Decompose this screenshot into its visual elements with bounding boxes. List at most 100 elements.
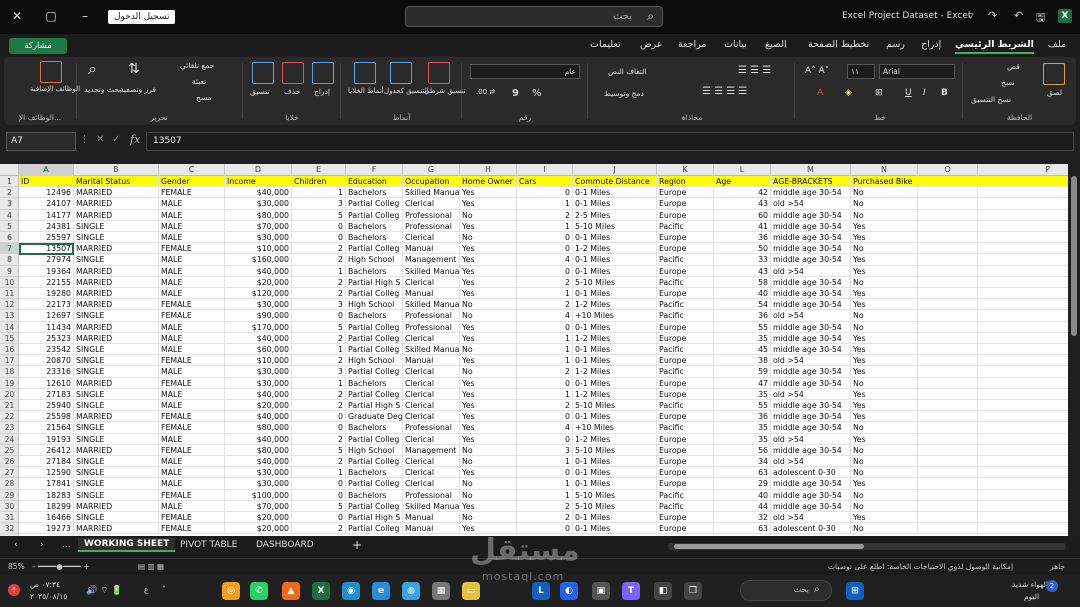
table-cell[interactable] (918, 220, 978, 232)
table-cell[interactable] (918, 265, 978, 277)
table-cell[interactable]: Yes (851, 433, 918, 445)
table-cell[interactable]: $20,000 (225, 400, 292, 412)
minimize-window-button[interactable]: – (76, 9, 94, 23)
table-cell[interactable]: No (851, 187, 918, 199)
row-header[interactable]: 15 (0, 333, 19, 344)
table-cell[interactable]: MARRIED (74, 265, 159, 277)
table-cell[interactable]: middle age 30-54 (771, 243, 851, 255)
save-icon[interactable]: 🖫 (1036, 9, 1045, 28)
table-cell[interactable]: Clerical (403, 232, 460, 244)
addins-icon[interactable] (40, 61, 62, 83)
tab-file[interactable]: ملف (1048, 39, 1066, 50)
table-cell[interactable]: 0-1 Miles (573, 344, 657, 356)
table-cell[interactable] (918, 288, 978, 300)
tab-insert[interactable]: إدراج (921, 39, 941, 50)
column-header-n[interactable]: N (851, 164, 918, 176)
table-cell[interactable]: middle age 30-54 (771, 411, 851, 423)
table-cell[interactable]: 0 (292, 232, 346, 244)
table-cell[interactable]: 19193 (19, 433, 74, 445)
table-cell[interactable] (978, 501, 1068, 512)
table-cell[interactable] (978, 456, 1068, 467)
table-cell[interactable]: Yes (851, 344, 918, 356)
conditional-format-button[interactable]: تنسيق شرطي (424, 87, 466, 95)
table-cell[interactable]: 2 (517, 500, 573, 512)
row-header[interactable]: 2 (0, 187, 19, 199)
table-cell[interactable]: Pacific (657, 254, 714, 266)
table-cell[interactable]: Yes (460, 433, 517, 445)
table-cell[interactable]: No (851, 243, 918, 255)
table-cell[interactable]: 0 (292, 422, 346, 434)
table-cell[interactable]: $40,000 (225, 456, 292, 468)
table-cell[interactable]: $70,000 (225, 500, 292, 512)
table-cell[interactable]: 63 (714, 523, 771, 535)
table-cell[interactable]: 60 (714, 209, 771, 221)
table-cell[interactable] (918, 512, 978, 524)
table-cell[interactable]: Yes (851, 299, 918, 311)
row-header[interactable]: 12 (0, 299, 19, 311)
table-cell[interactable] (978, 198, 1068, 209)
table-cell[interactable]: No (460, 299, 517, 311)
table-cell[interactable]: Partial Colleg (346, 198, 403, 210)
table-cell[interactable]: Clerical (403, 400, 460, 412)
table-cell[interactable]: middle age 30-54 (771, 187, 851, 199)
table-cell[interactable]: Yes (460, 254, 517, 266)
tray-overflow-icon[interactable]: ˄ (162, 585, 166, 594)
table-cell[interactable]: Pacific (657, 489, 714, 501)
tab-data[interactable]: بيانات (724, 39, 747, 50)
table-cell[interactable] (918, 332, 978, 344)
number-format-select[interactable]: عام (470, 64, 580, 79)
table-cell[interactable]: $20,000 (225, 276, 292, 288)
column-header-b[interactable]: B (74, 164, 159, 176)
table-cell[interactable]: middle age 30-54 (771, 220, 851, 232)
horizontal-scroll-thumb[interactable] (674, 544, 864, 549)
table-cell[interactable]: Partial Colleg (346, 456, 403, 468)
table-cell[interactable]: MALE (159, 388, 225, 400)
table-cell[interactable]: 5-10 Miles (573, 276, 657, 288)
header-cell[interactable]: Home Owner (460, 176, 517, 188)
table-cell[interactable]: Partial Colleg (346, 332, 403, 344)
table-cell[interactable] (918, 489, 978, 501)
table-cell[interactable]: Clerical (403, 377, 460, 389)
table-cell[interactable]: MARRIED (74, 444, 159, 456)
table-cell[interactable]: Yes (851, 366, 918, 378)
table-cell[interactable]: 0 (517, 243, 573, 255)
table-cell[interactable]: Europe (657, 456, 714, 468)
table-cell[interactable]: 44 (714, 500, 771, 512)
table-cell[interactable]: MALE (159, 198, 225, 210)
table-cell[interactable]: 43 (714, 265, 771, 277)
table-cell[interactable]: Manual (403, 355, 460, 367)
table-cell[interactable]: Europe (657, 187, 714, 199)
tab-working-sheet[interactable]: WORKING SHEET (78, 538, 176, 552)
align-horizontal-icon[interactable]: ☰ ☰ ☰ ☰ (702, 86, 747, 97)
table-cell[interactable] (978, 210, 1068, 221)
table-cell[interactable]: SINGLE (74, 220, 159, 232)
row-header[interactable]: 21 (0, 400, 19, 412)
table-cell[interactable]: FEMALE (159, 243, 225, 255)
table-cell[interactable]: MALE (159, 478, 225, 490)
table-cell[interactable]: 0 (292, 411, 346, 423)
table-cell[interactable]: 2 (292, 433, 346, 445)
table-cell[interactable]: 58 (714, 276, 771, 288)
row-header[interactable]: 10 (0, 277, 19, 288)
header-cell[interactable]: Education (346, 176, 403, 188)
table-cell[interactable] (918, 422, 978, 434)
table-cell[interactable]: 5 (292, 500, 346, 512)
table-cell[interactable]: 29 (714, 478, 771, 490)
search-box[interactable]: بحث ⌕ (405, 6, 663, 27)
table-cell[interactable]: SINGLE (74, 232, 159, 244)
table-cell[interactable]: 12697 (19, 310, 74, 322)
table-cell[interactable]: Partial Colleg (346, 388, 403, 400)
table-cell[interactable]: Bachelors (346, 489, 403, 501)
delete-cells-icon[interactable] (282, 62, 304, 84)
taskbar-app-icon-6[interactable]: ▣ (592, 582, 610, 600)
table-cell[interactable]: Partial Colleg (346, 209, 403, 221)
tab-draw[interactable]: رسم (886, 39, 905, 50)
table-cell[interactable]: MALE (159, 500, 225, 512)
table-cell[interactable]: middle age 30-54 (771, 444, 851, 456)
row-header[interactable]: 17 (0, 355, 19, 367)
autosum-button[interactable]: جمع تلقائي (180, 61, 214, 70)
table-cell[interactable]: MARRIED (74, 332, 159, 344)
table-cell[interactable] (978, 232, 1068, 243)
table-cell[interactable]: Clerical (403, 388, 460, 400)
table-cell[interactable] (918, 377, 978, 389)
